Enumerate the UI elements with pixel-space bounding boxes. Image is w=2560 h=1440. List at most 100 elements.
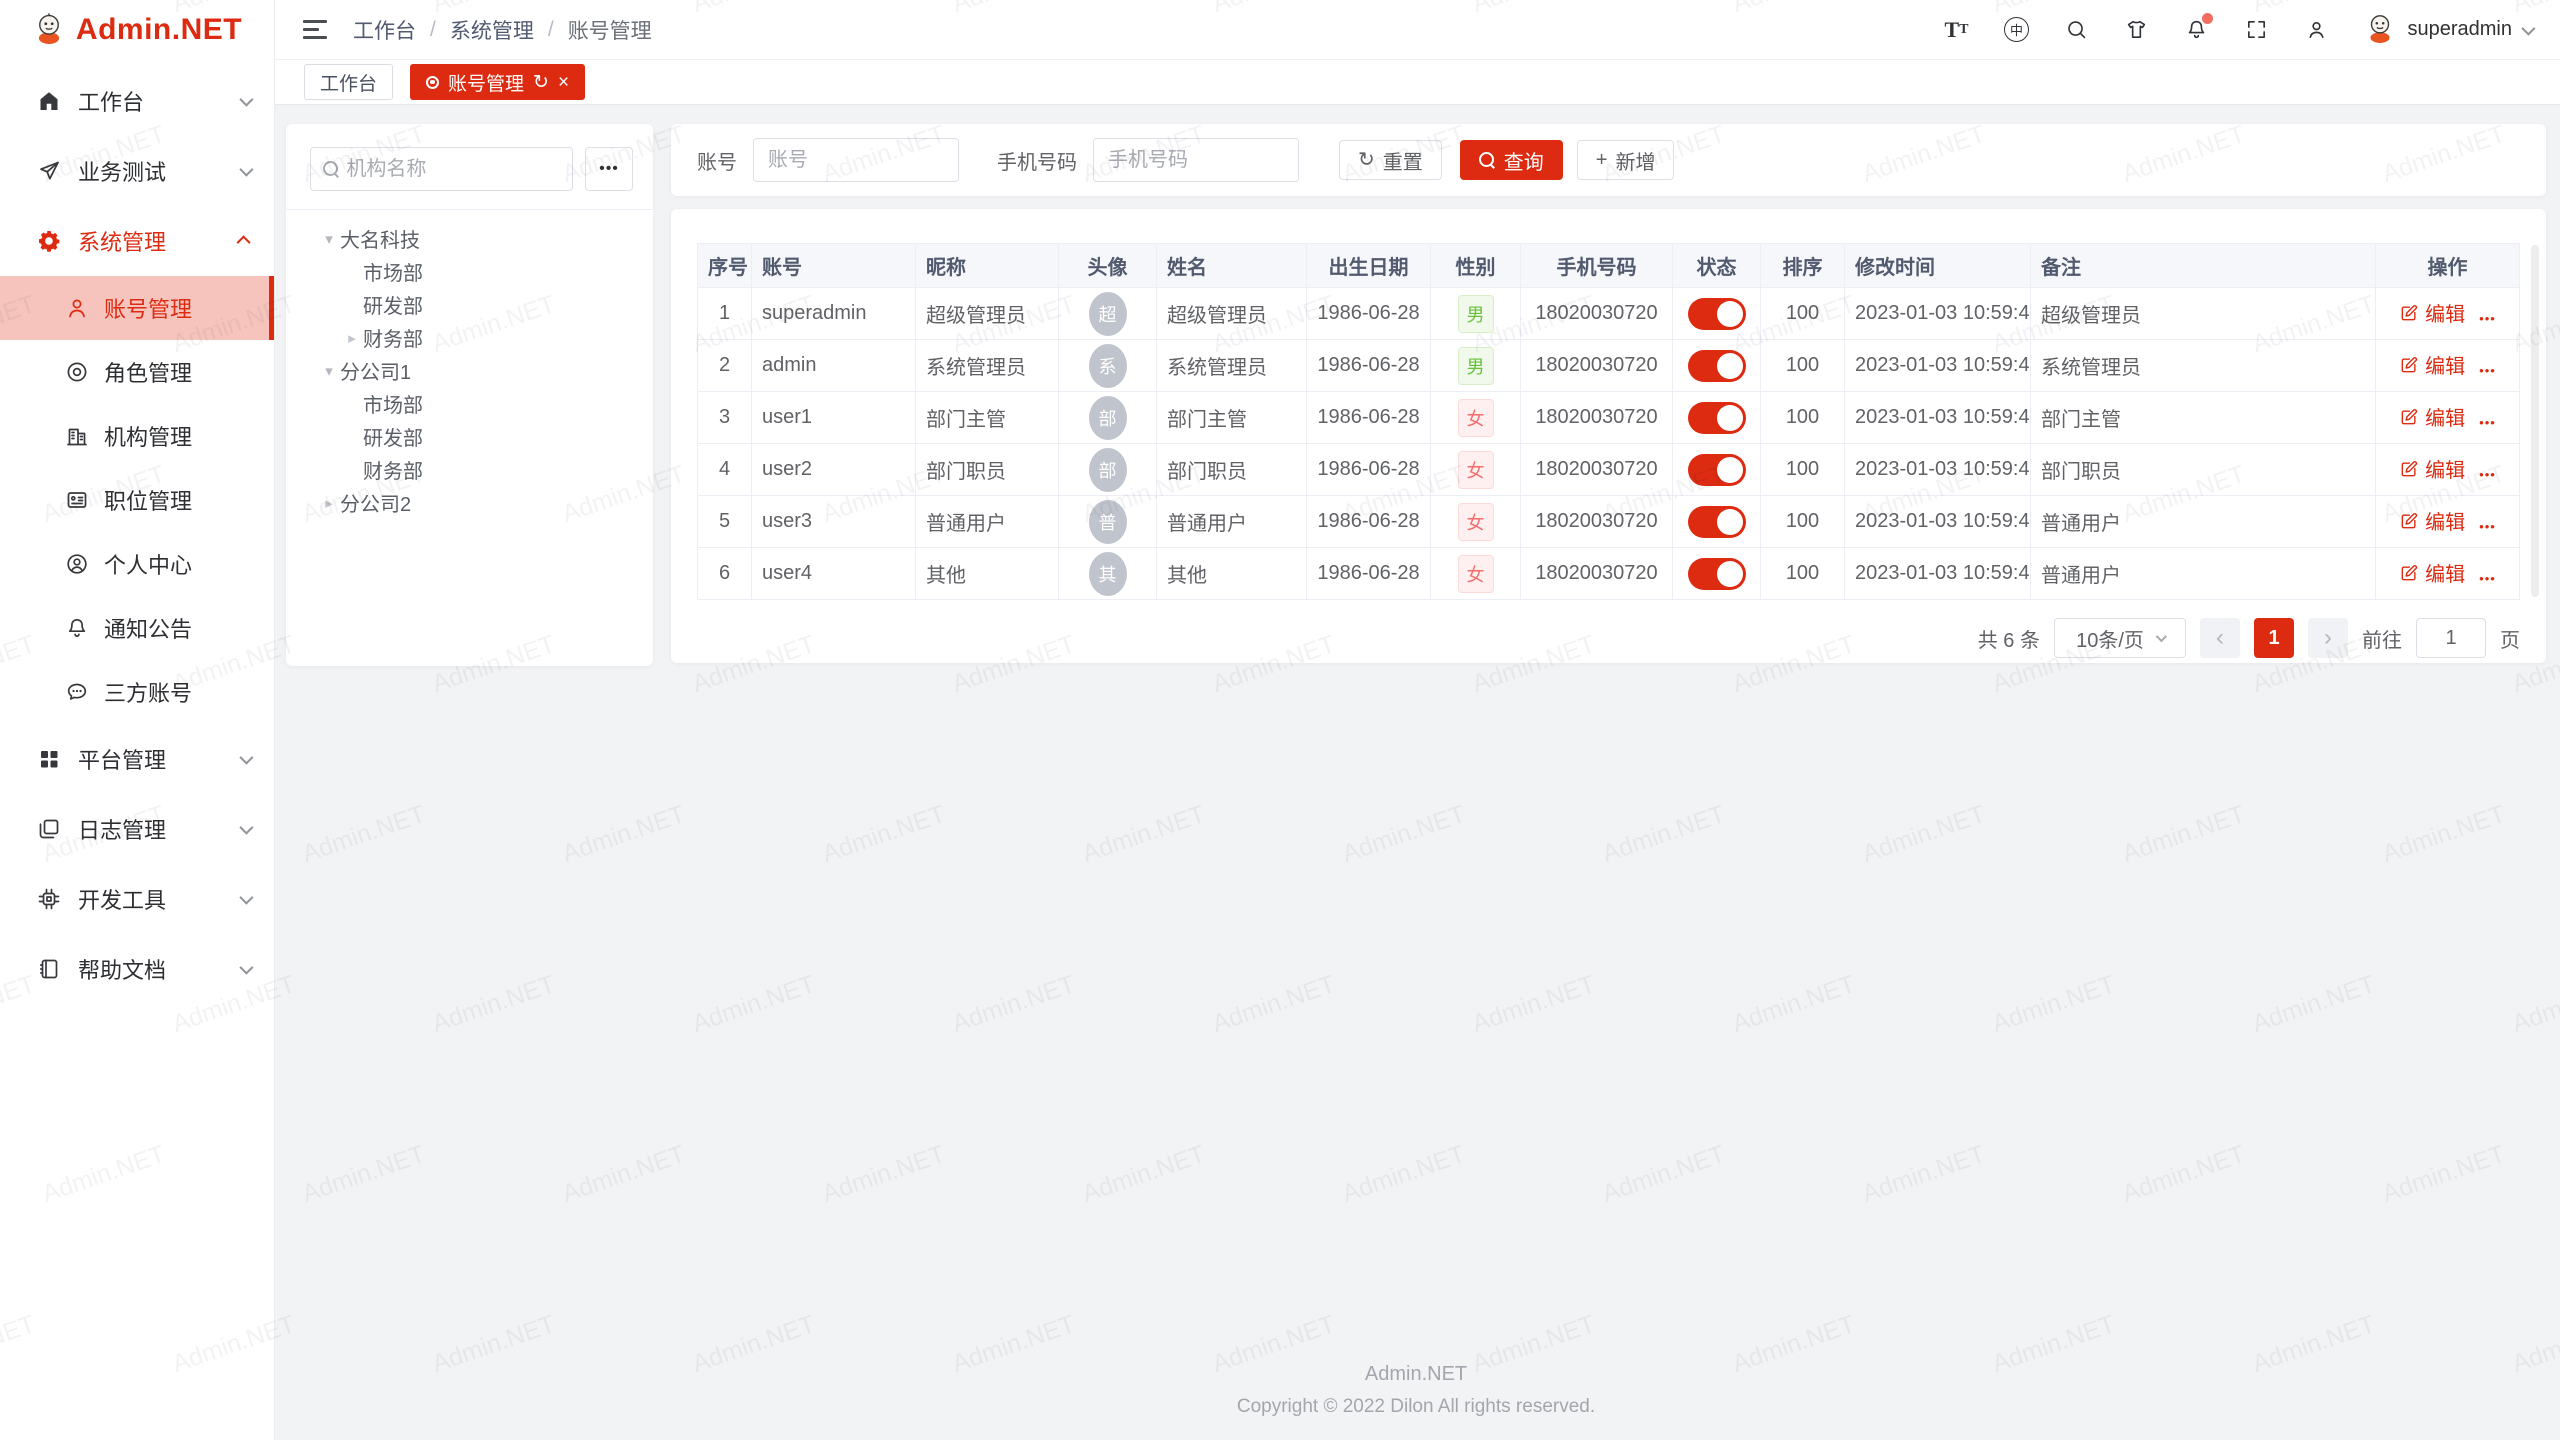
row-more-button[interactable]: •••	[2479, 571, 2496, 586]
chevron-down-icon	[239, 961, 253, 975]
caret-right-icon[interactable]	[318, 494, 340, 512]
theme-icon[interactable]	[2123, 17, 2149, 43]
person-icon[interactable]	[2303, 17, 2329, 43]
sidebar-item-platform[interactable]: 平台管理	[0, 724, 274, 794]
edit-button[interactable]: 编辑	[2399, 402, 2465, 431]
tree-node-label: 分公司1	[340, 356, 411, 385]
main-area: 工作台 / 系统管理 / 账号管理 TT 中 superadmin	[275, 0, 2560, 1440]
sidebar-item-help-docs[interactable]: 帮助文档	[0, 934, 274, 1004]
sidebar-item-label: 职位管理	[104, 484, 250, 516]
sidebar-item-workbench[interactable]: 工作台	[0, 66, 274, 136]
add-button[interactable]: + 新增	[1577, 140, 1675, 180]
sidebar-item-org-mgmt[interactable]: 机构管理	[0, 404, 274, 468]
tree-node[interactable]: 财务部	[296, 453, 643, 486]
col-nickname: 昵称	[916, 244, 1059, 288]
sidebar-item-role-mgmt[interactable]: 角色管理	[0, 340, 274, 404]
edit-button[interactable]: 编辑	[2399, 298, 2465, 327]
sidebar-item-log[interactable]: 日志管理	[0, 794, 274, 864]
col-phone: 手机号码	[1521, 244, 1673, 288]
tree-node-label: 市场部	[363, 257, 423, 286]
font-size-icon[interactable]: TT	[1943, 17, 1969, 43]
user-dropdown[interactable]: superadmin	[2363, 10, 2532, 49]
user-avatar	[2363, 10, 2397, 49]
edit-button[interactable]: 编辑	[2399, 558, 2465, 587]
tree-node[interactable]: 财务部	[296, 321, 643, 354]
breadcrumb-item[interactable]: 工作台	[353, 15, 416, 45]
edit-button[interactable]: 编辑	[2399, 506, 2465, 535]
chevron-down-icon	[239, 751, 253, 765]
page-size-select[interactable]: 10条/页	[2054, 618, 2186, 658]
notification-bell-icon[interactable]	[2183, 17, 2209, 43]
tab-close-icon[interactable]: ×	[558, 73, 569, 92]
status-toggle[interactable]	[1688, 558, 1746, 590]
plus-icon: +	[1596, 150, 1608, 170]
sidebar-item-position-mgmt[interactable]: 职位管理	[0, 468, 274, 532]
username: superadmin	[2407, 18, 2512, 41]
edit-button[interactable]: 编辑	[2399, 350, 2465, 379]
sidebar-item-account-mgmt[interactable]: 账号管理	[0, 276, 274, 340]
reset-button[interactable]: ↻ 重置	[1339, 140, 1442, 180]
sidebar-item-third-party[interactable]: 三方账号	[0, 660, 274, 724]
caret-down-icon[interactable]	[318, 362, 340, 380]
col-gender: 性别	[1431, 244, 1521, 288]
tree-more-button[interactable]: •••	[585, 147, 633, 191]
col-actions: 操作	[2376, 244, 2520, 288]
notification-badge	[2202, 13, 2213, 24]
tree-node[interactable]: 大名科技	[296, 222, 643, 255]
search-icon[interactable]	[2063, 17, 2089, 43]
status-toggle[interactable]	[1688, 298, 1746, 330]
account-input[interactable]	[753, 138, 959, 182]
tree-node[interactable]: 研发部	[296, 288, 643, 321]
sidebar-item-system[interactable]: 系统管理	[0, 206, 274, 276]
edit-button[interactable]: 编辑	[2399, 454, 2465, 483]
chat-bubble-icon	[64, 679, 90, 705]
sidebar-item-dev-tools[interactable]: 开发工具	[0, 864, 274, 934]
building-icon	[64, 423, 90, 449]
row-more-button[interactable]: •••	[2479, 467, 2496, 482]
logo[interactable]: Admin.NET	[0, 0, 274, 60]
current-page-button[interactable]: 1	[2254, 618, 2294, 658]
bell-icon	[64, 615, 90, 641]
language-icon[interactable]: 中	[2003, 17, 2029, 43]
tab-refresh-icon[interactable]: ↻	[533, 73, 549, 92]
table-row: 3 user1 部门主管 部 部门主管 1986-06-28 女 1802003…	[698, 392, 2520, 444]
prev-page-button[interactable]: ‹	[2200, 618, 2240, 658]
status-toggle[interactable]	[1688, 454, 1746, 486]
col-remark: 备注	[2031, 244, 2376, 288]
tree-node[interactable]: 分公司1	[296, 354, 643, 387]
status-toggle[interactable]	[1688, 350, 1746, 382]
tree-node[interactable]: 市场部	[296, 387, 643, 420]
tab-account-mgmt[interactable]: 账号管理 ↻ ×	[410, 64, 585, 100]
col-avatar: 头像	[1059, 244, 1157, 288]
status-toggle[interactable]	[1688, 402, 1746, 434]
phone-input[interactable]	[1093, 138, 1299, 182]
tab-workbench[interactable]: 工作台	[304, 64, 393, 100]
goto-page-input[interactable]	[2416, 618, 2486, 658]
row-more-button[interactable]: •••	[2479, 363, 2496, 378]
menu-collapse-icon[interactable]	[303, 20, 329, 39]
table-scrollbar[interactable]	[2531, 245, 2539, 597]
sidebar-item-notice[interactable]: 通知公告	[0, 596, 274, 660]
tree-node[interactable]: 研发部	[296, 420, 643, 453]
next-page-button[interactable]: ›	[2308, 618, 2348, 658]
avatar: 其	[1089, 552, 1127, 596]
row-more-button[interactable]: •••	[2479, 415, 2496, 430]
breadcrumb-item[interactable]: 系统管理	[450, 15, 534, 45]
fullscreen-icon[interactable]	[2243, 17, 2269, 43]
status-toggle[interactable]	[1688, 506, 1746, 538]
tree-node[interactable]: 分公司2	[296, 486, 643, 519]
col-sort: 排序	[1761, 244, 1845, 288]
role-icon	[64, 359, 90, 385]
org-search-input[interactable]	[346, 158, 560, 181]
caret-right-icon[interactable]	[341, 329, 363, 347]
sidebar-item-business-test[interactable]: 业务测试	[0, 136, 274, 206]
query-button[interactable]: 查询	[1460, 140, 1563, 180]
row-more-button[interactable]: •••	[2479, 519, 2496, 534]
tree-node[interactable]: 市场部	[296, 255, 643, 288]
table-row: 2 admin 系统管理员 系 系统管理员 1986-06-28 男 18020…	[698, 340, 2520, 392]
caret-down-icon[interactable]	[318, 230, 340, 248]
row-more-button[interactable]: •••	[2479, 311, 2496, 326]
user-icon	[64, 295, 90, 321]
grid-icon	[36, 746, 62, 772]
sidebar-item-profile-center[interactable]: 个人中心	[0, 532, 274, 596]
